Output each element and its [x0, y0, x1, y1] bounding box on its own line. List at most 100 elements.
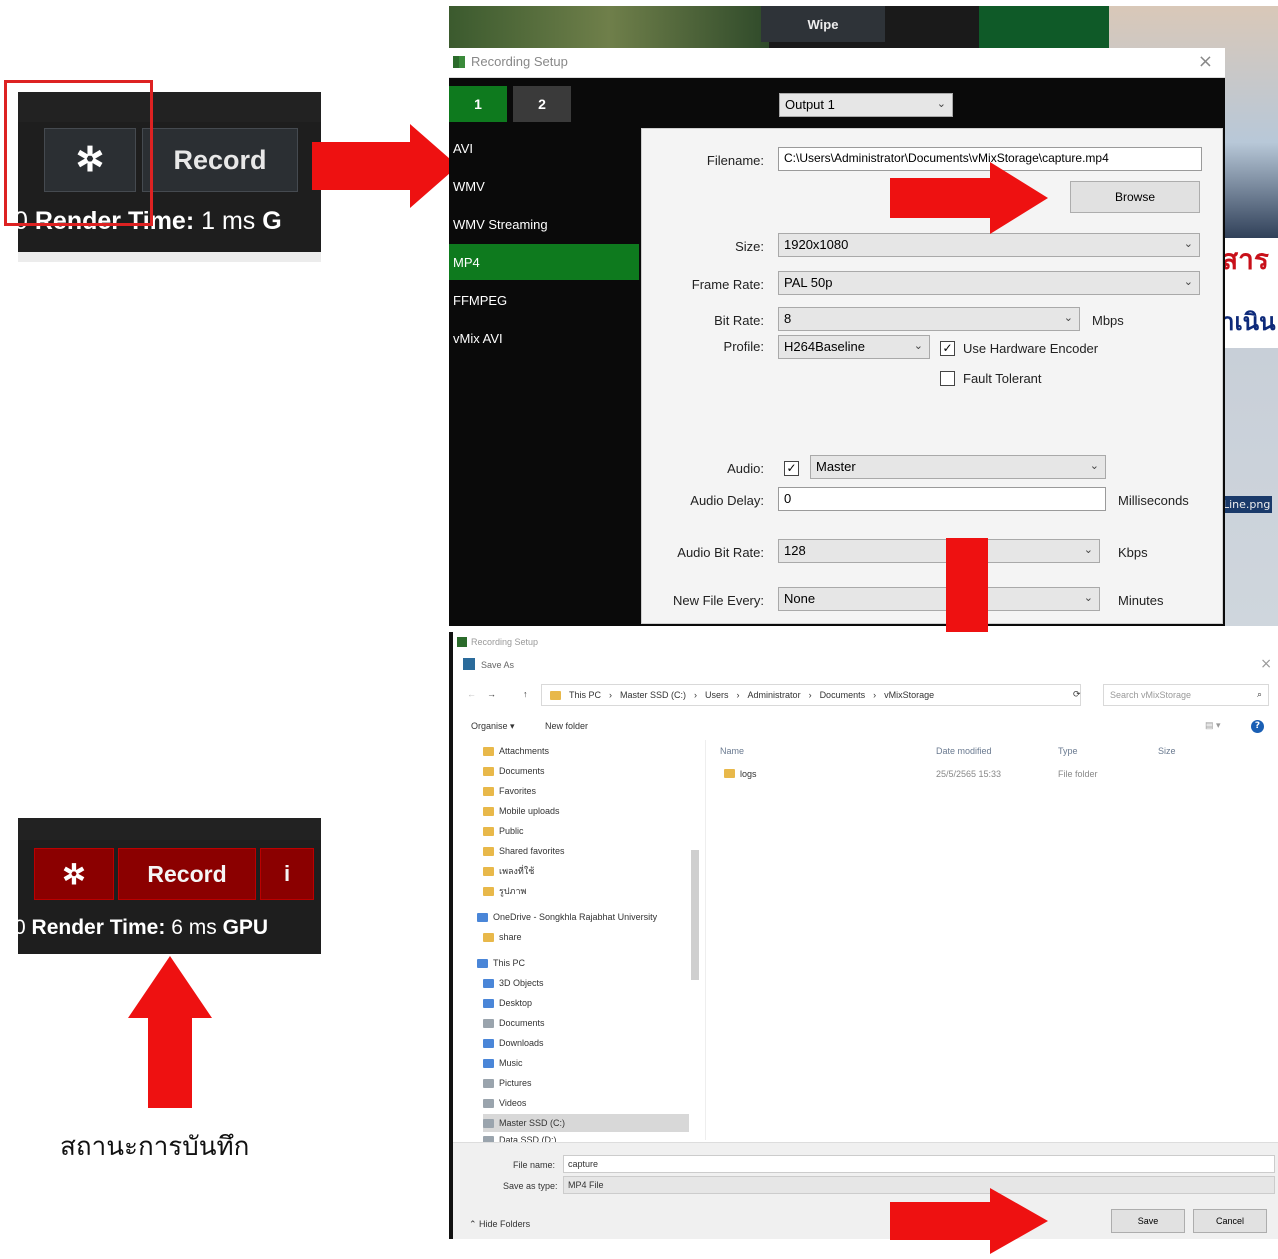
hw-encoder-label: Use Hardware Encoder [963, 341, 1099, 356]
pictures-icon [483, 1078, 494, 1088]
tab-output-1[interactable]: 1 [449, 86, 507, 122]
format-wmv[interactable]: WMV [449, 168, 639, 204]
help-icon[interactable]: ? [1251, 720, 1264, 733]
nav-scrollbar[interactable] [691, 850, 699, 980]
filename-label: Filename: [706, 153, 764, 168]
breadcrumb-item[interactable]: Master SSD (C:) [620, 690, 686, 700]
render-time-readout: 0 Render Time: 6 ms GPU [14, 916, 269, 939]
forward-icon[interactable]: → [487, 689, 496, 699]
tab-output-2[interactable]: 2 [513, 86, 571, 122]
back-icon[interactable]: ← [467, 689, 476, 699]
record-button-active[interactable]: Record [118, 848, 256, 900]
info-icon: i [283, 861, 291, 886]
breadcrumb-item[interactable]: Documents [820, 690, 866, 700]
nav-item[interactable]: Documents [483, 1014, 545, 1032]
format-ffmpeg[interactable]: FFMPEG [449, 282, 639, 318]
record-button[interactable]: Record [142, 128, 298, 192]
bg-thai-text: สาร [1221, 243, 1269, 276]
breadcrumb-item[interactable]: This PC [569, 690, 601, 700]
column-name[interactable]: Name [720, 746, 744, 756]
output-select[interactable]: Output 1 ⌄ [779, 93, 953, 117]
nav-item[interactable]: Public [483, 822, 524, 840]
bg-video-left [449, 6, 769, 51]
address-row: ← → ↑ This PC › Master SSD (C:) › Users › A… [453, 682, 1278, 708]
nav-item[interactable]: รูปภาพ [483, 882, 526, 900]
bit-rate-label: Bit Rate: [714, 313, 764, 328]
vmix-toolbar-recording: ✲ Record i 0 Render Time: 6 ms GPU [14, 818, 321, 954]
hide-folders-toggle[interactable]: ⌃ Hide Folders [469, 1219, 530, 1230]
nav-item[interactable]: Favorites [483, 782, 536, 800]
breadcrumb-item[interactable]: vMixStorage [884, 690, 934, 700]
frame-rate-select[interactable]: PAL 50p ⌄ [778, 271, 1200, 295]
column-type[interactable]: Type [1058, 746, 1078, 756]
new-folder-button[interactable]: New folder [545, 721, 588, 731]
new-file-unit: Minutes [1118, 593, 1164, 608]
download-icon [483, 1038, 494, 1048]
audio-delay-field[interactable]: 0 [778, 487, 1106, 511]
frame-rate-label: Frame Rate: [691, 277, 764, 292]
breadcrumb[interactable]: This PC › Master SSD (C:) › Users › Adminis… [541, 684, 1081, 706]
cancel-button[interactable]: Cancel [1193, 1209, 1267, 1233]
nav-item[interactable]: Pictures [483, 1074, 532, 1092]
dialog-title-bar: Recording Setup × [449, 48, 1225, 78]
save-type-label: Save as type: [503, 1181, 558, 1191]
chevron-down-icon: ⌄ [1083, 592, 1093, 604]
nav-item-this-pc[interactable]: This PC [477, 954, 525, 972]
audio-checkbox[interactable]: ✓ [784, 461, 799, 476]
file-name-label: File name: [513, 1160, 556, 1170]
organise-menu[interactable]: Organise ▾ [471, 721, 515, 732]
nav-item-selected[interactable]: Master SSD (C:) [483, 1114, 689, 1132]
arrow-up-icon [128, 956, 212, 1108]
table-row[interactable]: logs 25/5/2565 15:33 File folder [720, 766, 1260, 782]
format-wmv-streaming[interactable]: WMV Streaming [449, 206, 639, 242]
close-icon[interactable]: × [1198, 51, 1213, 72]
bit-rate-select[interactable]: 8 ⌄ [778, 307, 1080, 331]
breadcrumb-item[interactable]: Administrator [748, 690, 801, 700]
audio-select[interactable]: Master ⌄ [810, 455, 1106, 479]
nav-item[interactable]: Desktop [483, 994, 532, 1012]
nav-item[interactable]: Music [483, 1054, 523, 1072]
settings-button[interactable]: ✲ [34, 848, 114, 900]
nav-item[interactable]: Documents [483, 762, 545, 780]
view-icon[interactable]: ▤ ▾ [1205, 720, 1221, 731]
up-icon[interactable]: ↑ [523, 689, 528, 699]
file-name-input[interactable]: capture [563, 1155, 1275, 1173]
nav-item[interactable]: Downloads [483, 1034, 544, 1052]
info-button[interactable]: i [260, 848, 314, 900]
wipe-button[interactable]: Wipe [761, 6, 885, 42]
nav-item[interactable]: 3D Objects [483, 974, 544, 992]
format-vmix-avi[interactable]: vMix AVI [449, 320, 639, 356]
size-select[interactable]: 1920x1080 ⌄ [778, 233, 1200, 257]
folder-icon [483, 786, 494, 796]
search-input[interactable]: Search vMixStorage ⌕ [1103, 684, 1269, 706]
audio-bit-rate-unit: Kbps [1118, 545, 1148, 560]
browse-button[interactable]: Browse [1070, 181, 1200, 213]
folder-icon [483, 826, 494, 836]
nav-item[interactable]: share [483, 928, 522, 946]
save-icon [463, 658, 475, 670]
nav-item[interactable]: Videos [483, 1094, 526, 1112]
save-button[interactable]: Save [1111, 1209, 1185, 1233]
nav-item[interactable]: Shared favorites [483, 842, 565, 860]
close-icon[interactable]: × [1260, 656, 1272, 672]
breadcrumb-item[interactable]: Users [705, 690, 729, 700]
gear-icon: ✲ [62, 858, 86, 890]
save-footer: File name: capture Save as type: MP4 Fil… [453, 1142, 1278, 1239]
profile-select[interactable]: H264Baseline ⌄ [778, 335, 930, 359]
nav-item-onedrive[interactable]: OneDrive - Songkhla Rajabhat University [477, 908, 657, 926]
format-avi[interactable]: AVI [449, 130, 639, 166]
render-time-value: 6 ms [171, 916, 217, 939]
navigation-pane: Attachments Documents Favorites Mobile u… [453, 740, 701, 1145]
nav-item[interactable]: Mobile uploads [483, 802, 560, 820]
hw-encoder-checkbox[interactable]: ✓ [940, 341, 955, 356]
fault-tolerant-checkbox[interactable] [940, 371, 955, 386]
nav-item[interactable]: เพลงที่ใช้ [483, 862, 534, 880]
refresh-icon[interactable]: ⟳ [1073, 689, 1081, 700]
folder-icon [483, 746, 494, 756]
file-list: Name Date modified Type Size logs 25/5/2… [705, 740, 1278, 1140]
nav-item[interactable]: Attachments [483, 742, 549, 760]
format-mp4[interactable]: MP4 [449, 244, 639, 280]
command-bar: Organise ▾ New folder ▤ ▾ ? [453, 716, 1278, 738]
column-date[interactable]: Date modified [936, 746, 992, 756]
column-size[interactable]: Size [1158, 746, 1176, 756]
